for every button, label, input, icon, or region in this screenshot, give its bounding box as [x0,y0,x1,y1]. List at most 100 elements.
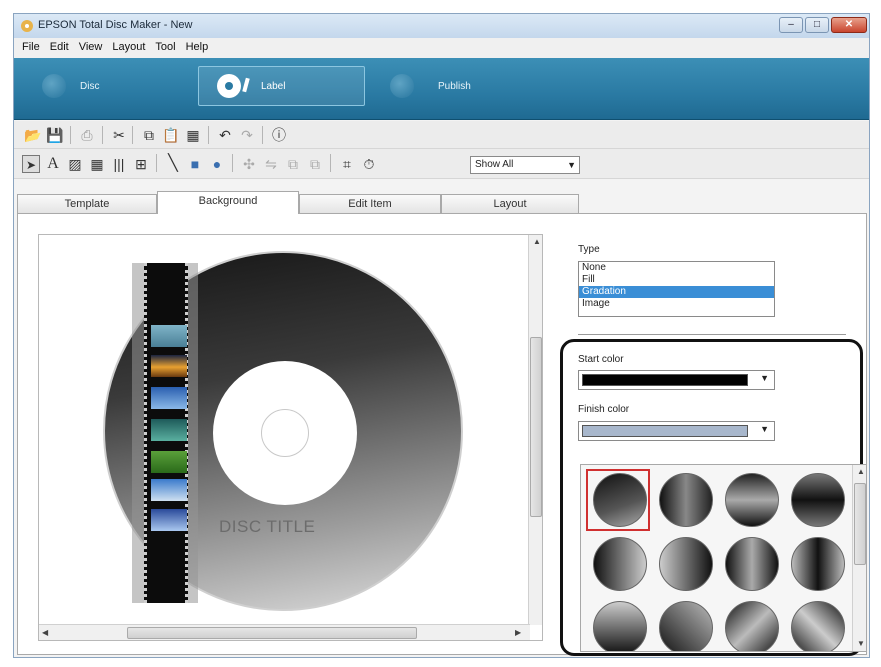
tab-content: DISC TITLE ▲ ◀ ▶ Type None Fill Gradatio… [17,213,867,656]
selected-pattern-outline [586,469,650,531]
tree-tool-icon[interactable]: ⊞ [132,155,150,173]
table-tool-icon[interactable]: ▦ [88,155,106,173]
tab-layout[interactable]: Layout [441,194,579,213]
film-frame [151,325,187,347]
dropdown-arrow-icon: ▼ [760,424,769,434]
select-tool-icon[interactable]: ➤ [22,155,40,173]
scroll-up-icon[interactable]: ▲ [533,237,541,246]
gradation-pattern[interactable] [791,601,845,651]
type-option-none[interactable]: None [579,262,774,274]
help-icon[interactable]: ⓘ [270,126,288,144]
maximize-button[interactable]: □ [805,17,829,33]
main-toolbar: 📂 💾 ⎙ ✂ ⧉ 📋 ▦ ↶ ↷ ⓘ [14,121,869,149]
canvas-horizontal-scrollbar[interactable]: ◀ ▶ [39,624,530,640]
film-strip-image[interactable] [132,263,198,603]
gradation-pattern[interactable] [593,537,647,591]
paste-icon[interactable]: 📋 [162,126,180,144]
undo-icon[interactable]: ↶ [216,126,234,144]
text-tool-icon[interactable]: A [44,155,62,173]
flip-icon[interactable]: ⇋ [262,155,280,173]
minimize-button[interactable]: – [779,17,803,33]
clipboard-icon[interactable]: ▦ [184,126,202,144]
open-icon[interactable]: 📂 [24,126,42,144]
canvas-vertical-scrollbar[interactable]: ▲ [528,235,542,625]
film-frame [151,419,187,441]
print-icon[interactable]: ⎙ [78,126,96,144]
copy-icon[interactable]: ⧉ [140,126,158,144]
clock-icon[interactable]: ⏱ [360,155,378,173]
show-filter-select[interactable]: Show All ▼ [470,156,580,174]
type-option-fill[interactable]: Fill [579,274,774,286]
image-tool-icon[interactable]: ▨ [66,155,84,173]
scroll-left-icon[interactable]: ◀ [42,628,48,637]
type-option-image[interactable]: Image [579,298,774,310]
bring-front-icon[interactable]: ⧉ [284,155,302,173]
disc-hub [213,361,357,505]
finish-color-select[interactable]: ▼ [578,421,775,441]
menu-edit[interactable]: Edit [46,38,75,58]
cut-icon[interactable]: ✂ [110,126,128,144]
type-listbox[interactable]: None Fill Gradation Image [578,261,775,317]
start-color-select[interactable]: ▼ [578,370,775,390]
gradation-pattern[interactable] [659,473,713,527]
window-title: EPSON Total Disc Maker - New [38,19,193,31]
gradation-pattern[interactable] [593,601,647,651]
minimize-icon: – [788,19,794,30]
film-frame [151,355,187,377]
label-canvas[interactable]: DISC TITLE ▲ ◀ ▶ [38,234,543,641]
gradation-pattern[interactable] [659,601,713,651]
disc-title-text[interactable]: DISC TITLE [219,517,315,537]
gradation-pattern-grid[interactable]: ▲ ▼ [580,464,867,652]
start-color-label: Start color [578,354,624,365]
redo-icon[interactable]: ↷ [238,126,256,144]
scroll-up-icon[interactable]: ▲ [857,467,865,476]
mode-label-button[interactable]: Label [198,66,365,106]
film-strip [144,263,188,603]
crop-icon[interactable]: ⌗ [338,155,356,173]
pattern-vertical-thumb[interactable] [854,483,866,565]
tab-background[interactable]: Background [157,191,299,214]
dropdown-arrow-icon: ▼ [760,373,769,383]
drawing-toolbar: ➤ A ▨ ▦ ||| ⊞ ╲ ■ ● ✣ ⇋ ⧉ ⧉ ⌗ ⏱ [14,149,869,179]
menu-bar: File Edit View Layout Tool Help [14,38,869,58]
pattern-vertical-scrollbar[interactable]: ▲ ▼ [852,465,866,651]
line-tool-icon[interactable]: ╲ [164,155,182,173]
window-controls: – □ ✕ [779,17,867,33]
film-frame [151,387,187,409]
mode-disc-button[interactable]: Disc [24,66,174,106]
menu-tool[interactable]: Tool [151,38,181,58]
gradation-pattern[interactable] [791,537,845,591]
gradation-pattern[interactable] [725,601,779,651]
scroll-right-icon[interactable]: ▶ [515,628,521,637]
menu-file[interactable]: File [18,38,46,58]
gradation-pattern[interactable] [725,473,779,527]
gradation-pattern[interactable] [659,537,713,591]
mode-disc-label: Disc [80,80,100,92]
film-frame [151,509,187,531]
gradation-pattern[interactable] [725,537,779,591]
tab-template[interactable]: Template [17,194,157,213]
ellipse-tool-icon[interactable]: ● [208,155,226,173]
scroll-down-icon[interactable]: ▼ [857,639,865,648]
mode-publish-button[interactable]: Publish [372,66,532,106]
send-back-icon[interactable]: ⧉ [306,155,324,173]
canvas-horizontal-thumb[interactable] [127,627,417,639]
menu-help[interactable]: Help [182,38,215,58]
background-properties: Type None Fill Gradation Image Start col… [558,214,867,656]
show-filter-value: Show All [475,159,514,170]
close-button[interactable]: ✕ [831,17,867,33]
tab-edit-item[interactable]: Edit Item [299,194,441,213]
rotate-icon[interactable]: ✣ [240,155,258,173]
publish-mode-icon [390,74,414,98]
type-option-gradation[interactable]: Gradation [579,286,774,298]
canvas-vertical-thumb[interactable] [530,337,542,517]
gradation-pattern[interactable] [791,473,845,527]
tab-strip: Template Background Edit Item Layout [17,191,867,214]
menu-view[interactable]: View [75,38,109,58]
save-icon[interactable]: 💾 [46,126,64,144]
rectangle-tool-icon[interactable]: ■ [186,155,204,173]
menu-layout[interactable]: Layout [108,38,151,58]
barcode-tool-icon[interactable]: ||| [110,155,128,173]
maximize-icon: □ [813,19,821,30]
type-label: Type [578,244,600,255]
